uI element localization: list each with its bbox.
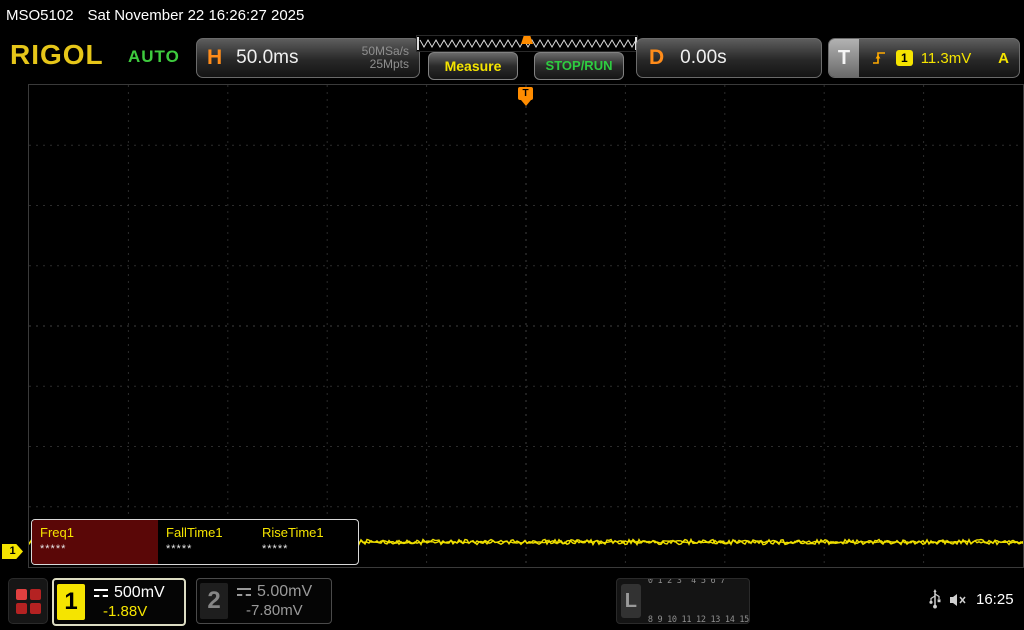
horizontal-label: H [207, 46, 222, 70]
trigger-source-badge: 1 [896, 50, 913, 66]
channel2-scale: 5.00mV [257, 583, 312, 601]
usb-icon [928, 588, 942, 610]
trigger-label: T [829, 39, 859, 77]
titlebar: MSO5102 Sat November 22 16:26:27 2025 [0, 0, 1024, 30]
trigger-level-value: 11.3mV [921, 50, 972, 67]
channel1-badge: 1 [57, 584, 85, 620]
measurement-value: ***** [262, 543, 342, 555]
timebase-value: 50.0ms [236, 47, 298, 69]
measurement-panel: Freq1 ***** FallTime1 ***** RiseTime1 **… [31, 519, 359, 565]
digital-channels-button[interactable]: L 0 1 2 3 4 5 6 7 8 9 10 11 12 13 14 15 [616, 578, 750, 624]
channel1-trace [29, 85, 1023, 567]
measurement-item-risetime1[interactable]: RiseTime1 ***** [254, 520, 350, 564]
trigger-marker-arrow-icon [521, 100, 531, 106]
trigger-sweep-mode: A [998, 50, 1009, 67]
waveform-overview-strip[interactable] [416, 35, 638, 52]
measurement-name: RiseTime1 [262, 525, 342, 540]
measure-button[interactable]: Measure [428, 52, 518, 80]
channel1-scale: 500mV [114, 584, 165, 602]
channel2-badge: 2 [200, 583, 228, 619]
delay-settings-button[interactable]: D 0.00s [636, 38, 822, 78]
measurement-name: FallTime1 [166, 525, 246, 540]
trigger-slope-icon [871, 50, 887, 66]
channel1-status-button[interactable]: 1 500mV -1.88V [52, 578, 186, 626]
measurement-value: ***** [166, 543, 246, 555]
trigger-position-marker[interactable]: T [518, 87, 534, 106]
sound-muted-icon [948, 592, 968, 608]
measurement-item-freq1[interactable]: Freq1 ***** [32, 520, 158, 564]
digital-channels-row2: 8 9 10 11 12 13 14 15 [648, 614, 749, 624]
delay-value: 0.00s [680, 47, 726, 69]
dc-coupling-icon [237, 588, 251, 596]
rigol-logo: RIGOL [10, 39, 104, 71]
digital-channels-row1: 0 1 2 3 4 5 6 7 [648, 578, 749, 588]
acquisition-mode-status: AUTO [128, 47, 180, 67]
measurement-name: Freq1 [40, 525, 150, 540]
horizontal-settings-button[interactable]: H 50.0ms 50MSa/s 25Mpts [196, 38, 420, 78]
digital-label: L [621, 584, 641, 618]
clock-text: 16:25 [976, 591, 1014, 608]
header-bar: RIGOL AUTO H 50.0ms 50MSa/s 25Mpts Measu… [0, 34, 1024, 82]
dc-coupling-icon [94, 589, 108, 597]
menu-grid-icon [16, 589, 27, 600]
oscilloscope-screen: MSO5102 Sat November 22 16:26:27 2025 RI… [0, 0, 1024, 630]
trigger-settings-button[interactable]: T 1 11.3mV A [828, 38, 1020, 78]
waveform-display-area: T Freq1 ***** FallTime1 ***** RiseTime1 … [28, 84, 1024, 568]
channel2-status-button[interactable]: 2 5.00mV -7.80mV [196, 578, 332, 624]
channel2-offset: -7.80mV [237, 602, 312, 619]
datetime-text: Sat November 22 16:26:27 2025 [88, 7, 305, 24]
acquisition-info: 50MSa/s 25Mpts [362, 45, 409, 71]
channel1-offset: -1.88V [94, 603, 165, 620]
trigger-marker-label: T [518, 87, 533, 100]
memory-depth: 25Mpts [362, 58, 409, 71]
stop-run-button[interactable]: STOP/RUN [534, 52, 624, 80]
measurement-value: ***** [40, 543, 150, 555]
channel1-level-marker[interactable]: 1 [2, 544, 23, 559]
menu-grid-button[interactable] [8, 578, 48, 624]
delay-label: D [649, 46, 664, 70]
model-name: MSO5102 [6, 7, 74, 24]
measurement-item-falltime1[interactable]: FallTime1 ***** [158, 520, 254, 564]
